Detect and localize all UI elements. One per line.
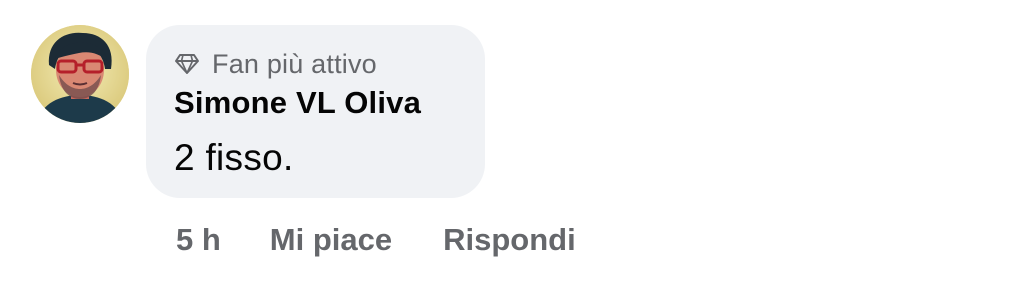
comment-bubble: Fan più attivo Simone VL Oliva 2 fisso. bbox=[146, 25, 485, 198]
reply-button[interactable]: Rispondi bbox=[443, 222, 576, 258]
like-button[interactable]: Mi piace bbox=[270, 222, 392, 258]
comment-actions: 5 h Mi piace Rispondi bbox=[176, 218, 576, 262]
author-avatar[interactable] bbox=[31, 25, 129, 123]
badge-label: Fan più attivo bbox=[212, 48, 377, 79]
author-name[interactable]: Simone VL Oliva bbox=[174, 85, 421, 121]
comment-text: 2 fisso. bbox=[174, 137, 294, 178]
top-fan-badge: Fan più attivo bbox=[174, 47, 377, 81]
avatar-portrait-icon bbox=[31, 25, 129, 123]
diamond-icon bbox=[174, 53, 200, 75]
comment: Fan più attivo Simone VL Oliva 2 fisso. … bbox=[0, 0, 1024, 287]
comment-timestamp[interactable]: 5 h bbox=[176, 222, 221, 258]
